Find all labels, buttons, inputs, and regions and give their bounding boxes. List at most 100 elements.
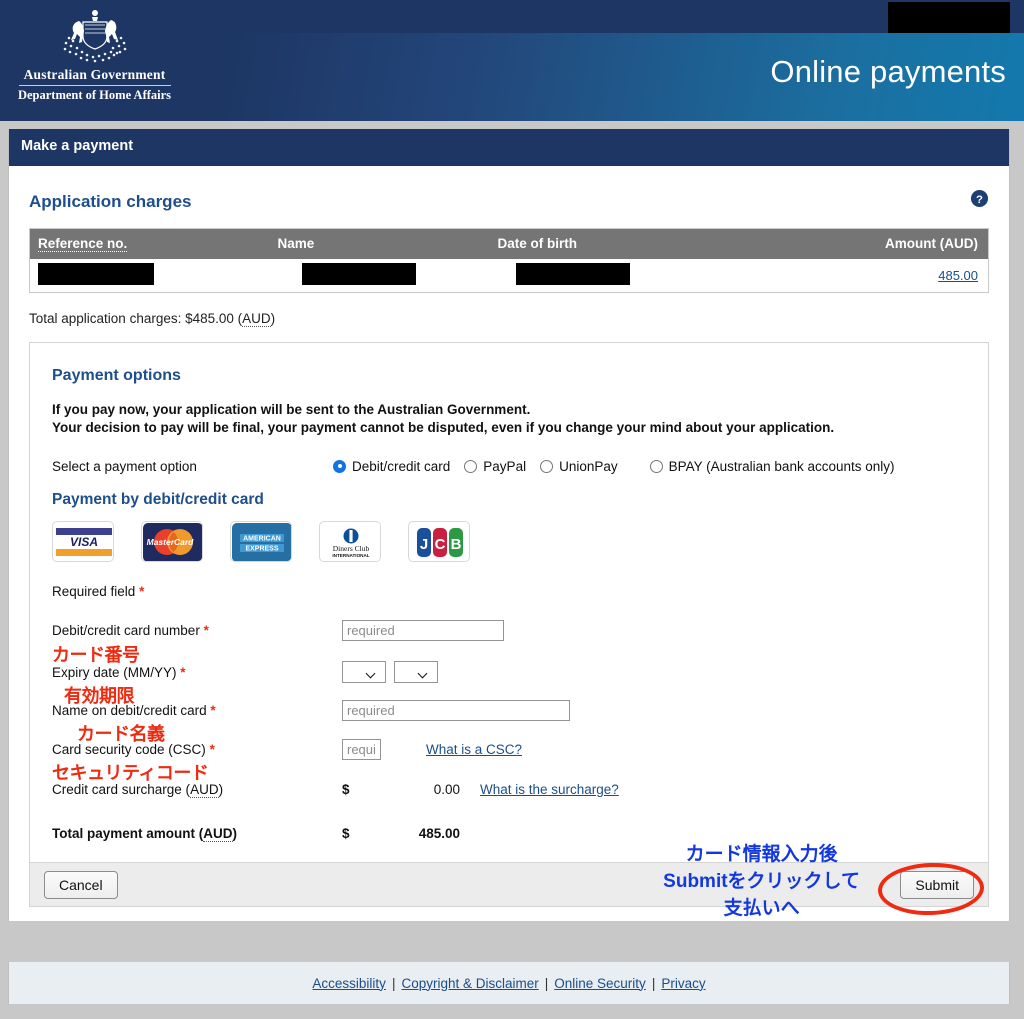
payment-options-panel: Payment options If you pay now, your app… (29, 342, 989, 919)
annotation-submit-jp-line-3: 支払いへ (723, 898, 800, 919)
footer-link-copyright-disclaimer[interactable]: Copyright & Disclaimer (401, 976, 538, 991)
label-name-on-card-text: Name on debit/credit card (52, 702, 207, 718)
expiry-month-select[interactable] (342, 661, 386, 683)
radio-option-bpay[interactable]: BPAY (Australian bank accounts only) (649, 458, 895, 474)
australian-government-crest: Australian Government Department of Home… (12, 8, 177, 113)
label-expiry-date-text: Expiry date (MM/YY) (52, 664, 177, 680)
cell-date-of-birth (489, 259, 740, 293)
footer-separator: | (544, 975, 549, 991)
footer-link-privacy[interactable]: Privacy (661, 976, 705, 991)
application-charges-heading: Application charges (29, 192, 192, 211)
submit-button[interactable]: Submit (900, 870, 974, 899)
panel-action-bar: Cancel Submit カード情報入力後 Submitをクリックして 支払い… (30, 844, 988, 919)
form-row-expiry-date: Expiry date (MM/YY) * 有効期限 (52, 657, 966, 706)
crest-line-department: Department of Home Affairs (17, 88, 172, 102)
column-date-of-birth: Date of birth (489, 228, 740, 259)
redaction-date-of-birth (515, 263, 630, 285)
cell-name (269, 259, 490, 293)
payment-notice-line-2: Your decision to pay will be final, your… (52, 420, 835, 435)
radio-option-unionpay[interactable]: UnionPay (540, 459, 618, 474)
annotation-submit-jp-line-2: Submitをクリックして (663, 871, 860, 892)
expiry-year-wrapper[interactable] (394, 661, 438, 683)
cell-amount: 485.00 (739, 259, 989, 293)
redaction-name (301, 263, 416, 285)
svg-text:AMERICAN: AMERICAN (243, 536, 281, 543)
label-surcharge: Credit card surcharge (AUD) (52, 781, 224, 798)
radio-label-unionpay: UnionPay (559, 458, 618, 474)
required-star: * (203, 622, 209, 638)
required-star: * (139, 584, 145, 599)
expiry-year-select[interactable] (394, 661, 438, 683)
table-head: Reference no. Name Date of birth Amount … (29, 228, 989, 259)
cancel-button[interactable]: Cancel (44, 870, 118, 899)
payment-notice: If you pay now, your application will be… (52, 401, 966, 437)
label-total-payment: Total payment amount (AUD) (52, 825, 238, 842)
what-is-a-csc-link[interactable]: What is a CSC? (426, 742, 522, 757)
total-currency-symbol: $ (342, 825, 350, 841)
what-is-the-surcharge-link[interactable]: What is the surcharge? (480, 782, 619, 797)
visa-logo: VISA (52, 521, 114, 562)
application-charges-table: Reference no. Name Date of birth Amount … (29, 228, 989, 293)
radio-unionpay-icon[interactable] (540, 459, 554, 473)
radio-option-paypal[interactable]: PayPal (464, 459, 526, 474)
crest-line-australian-government: Australian Government (23, 67, 166, 82)
table-body: 485.00 (29, 259, 989, 293)
site-footer: Accessibility | Copyright & Disclaimer |… (8, 962, 1010, 1004)
help-question-icon[interactable]: ? (970, 189, 989, 208)
total-amount: 485.00 (418, 825, 460, 841)
australian-coat-of-arms-icon (63, 10, 126, 63)
jcb-logo: J C B (408, 521, 470, 562)
annotation-card-number-jp: カード番号 (52, 644, 140, 665)
radio-option-debit-credit-card[interactable]: Debit/credit card (333, 459, 450, 474)
svg-text:J: J (420, 536, 428, 553)
application-charges-header-row: Application charges ? (29, 166, 989, 226)
form-row-name-on-card: Name on debit/credit card * カード名義 (52, 695, 966, 744)
column-reference-no: Reference no. (29, 228, 270, 259)
footer-link-accessibility[interactable]: Accessibility (312, 976, 386, 991)
radio-paypal-icon[interactable] (464, 459, 478, 473)
required-field-text: Required field (52, 584, 136, 599)
surcharge-amount: 0.00 (433, 781, 460, 797)
name-on-card-input[interactable] (342, 699, 570, 721)
site-header: Australian Government Department of Home… (0, 0, 1024, 121)
required-star: * (210, 702, 216, 718)
make-a-payment-bar: Make a payment (9, 129, 1009, 166)
required-star: * (180, 664, 186, 680)
radio-debit-credit-card-icon[interactable] (333, 459, 346, 473)
footer-link-online-security[interactable]: Online Security (554, 976, 646, 991)
total-application-charges: Total application charges: $485.00 (AUD) (29, 311, 276, 327)
crest-divider (18, 85, 171, 86)
form-row-card-number: Debit/credit card number * カード番号 (52, 615, 966, 665)
svg-text:Diners Club: Diners Club (333, 544, 370, 553)
select-payment-option-label: Select a payment option (52, 458, 197, 474)
accepted-card-logos: VISA MasterCard AMERICAN EXPRESS Diners … (52, 521, 966, 562)
svg-text:?: ? (976, 194, 983, 206)
column-amount: Amount (AUD) (739, 228, 989, 259)
diners-club-logo: Diners Club INTERNATIONAL (319, 521, 381, 562)
svg-text:C: C (435, 536, 446, 553)
svg-text:EXPRESS: EXPRESS (245, 546, 278, 553)
form-row-csc: Card security code (CSC) * セキュリティコード Wha… (52, 734, 966, 783)
label-csc-text: Card security code (CSC) (52, 741, 206, 757)
expiry-month-wrapper[interactable] (342, 661, 386, 683)
redaction-reference-no (38, 263, 154, 285)
page-title: Online payments (770, 54, 1006, 89)
required-star: * (209, 741, 215, 757)
svg-text:MasterCard: MasterCard (147, 537, 195, 547)
radio-bpay-icon[interactable] (649, 459, 663, 473)
payment-by-card-heading: Payment by debit/credit card (52, 491, 264, 508)
label-csc: Card security code (CSC) * セキュリティコード (52, 741, 342, 783)
radio-label-bpay: BPAY (Australian bank accounts only) (668, 458, 895, 474)
page-container: Make a payment Application charges ? Ref… (8, 129, 1010, 921)
label-card-number-text: Debit/credit card number (52, 622, 200, 638)
radio-label-paypal: PayPal (483, 458, 527, 474)
svg-text:B: B (451, 536, 462, 553)
column-name: Name (269, 228, 490, 259)
amount-link[interactable]: 485.00 (938, 268, 978, 283)
csc-input[interactable] (342, 738, 381, 760)
payment-notice-line-1: If you pay now, your application will be… (52, 402, 531, 417)
radio-label-debit-credit-card: Debit/credit card (352, 458, 451, 474)
card-number-input[interactable] (342, 619, 504, 641)
form-row-total-payment: Total payment amount (AUD) $ 485.00 (52, 818, 966, 848)
table-header-row: Reference no. Name Date of birth Amount … (29, 228, 989, 259)
